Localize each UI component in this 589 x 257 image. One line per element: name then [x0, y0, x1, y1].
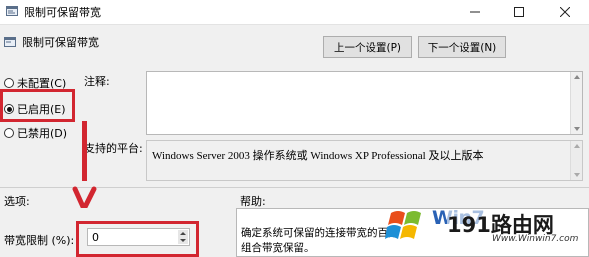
maximize-icon — [514, 7, 524, 17]
next-setting-button[interactable]: 下一个设置(N) — [418, 36, 506, 58]
stepper-up-button[interactable] — [178, 230, 188, 237]
help-line-2: 组合带宽保留。 — [241, 242, 315, 254]
highlight-enabled-box — [0, 89, 75, 122]
supported-field: Windows Server 2003 操作系统或 Windows XP Pro… — [146, 140, 583, 181]
close-button[interactable] — [543, 0, 587, 24]
maximize-button[interactable] — [497, 0, 541, 24]
scroll-down-arrow-icon — [574, 173, 580, 177]
policy-icon — [4, 37, 16, 47]
bandwidth-stepper[interactable]: 0 — [87, 228, 190, 246]
scroll-up-arrow-icon — [574, 75, 580, 79]
policy-title: 限制可保留带宽 — [22, 36, 99, 49]
bandwidth-label: 带宽限制 (%): — [4, 234, 75, 247]
supported-scrollbar[interactable] — [570, 141, 582, 180]
radio-circle — [4, 78, 14, 88]
supported-text: Windows Server 2003 操作系统或 Windows XP Pro… — [152, 150, 484, 162]
stepper-down-icon — [180, 239, 186, 242]
close-icon — [560, 7, 570, 17]
radio-circle — [4, 128, 14, 138]
minimize-button[interactable] — [453, 0, 497, 24]
stepper-up-icon — [180, 232, 186, 235]
red-arrow-line — [82, 121, 87, 181]
comment-textarea[interactable] — [146, 71, 583, 135]
minimize-icon — [470, 11, 480, 13]
windows-flag-logo-icon — [385, 211, 421, 239]
comment-label: 注释: — [84, 75, 110, 88]
help-label: 帮助: — [240, 195, 266, 208]
radio-label: 已禁用(D) — [17, 127, 68, 140]
window-title: 限制可保留带宽 — [24, 6, 101, 19]
prev-setting-button[interactable]: 上一个设置(P) — [323, 36, 412, 58]
radio-disabled[interactable]: 已禁用(D) — [4, 125, 67, 141]
comment-scrollbar[interactable] — [570, 72, 582, 134]
scroll-up-arrow-icon — [574, 144, 580, 148]
watermark-url: Www.Winwin7.com — [492, 234, 579, 244]
scroll-down-arrow-icon — [574, 127, 580, 131]
bandwidth-value: 0 — [92, 231, 99, 244]
options-label: 选项: — [4, 195, 30, 208]
help-line-1: 确定系统可保留的连接带宽的百分 — [241, 227, 399, 239]
policy-window-icon — [6, 6, 18, 16]
stepper-down-button[interactable] — [178, 237, 188, 244]
supported-label: 支持的平台: — [84, 142, 143, 155]
